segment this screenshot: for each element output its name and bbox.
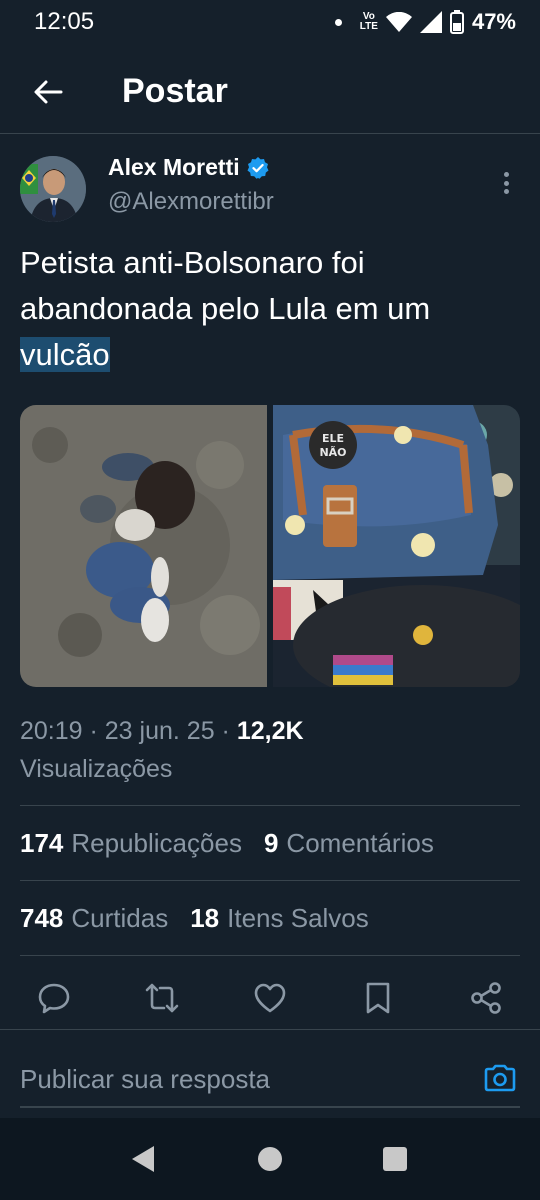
bookmarks-count: 18 [190, 903, 220, 933]
page-title: Postar [122, 72, 228, 110]
share-button[interactable] [466, 978, 506, 1018]
reply-button[interactable] [34, 978, 74, 1018]
system-navigation-bar [0, 1118, 540, 1200]
wifi-icon [385, 12, 412, 32]
divider [20, 955, 520, 956]
tweet-views-label[interactable]: Visualizações [20, 755, 172, 783]
more-dot-icon [503, 180, 509, 186]
status-icons: Vo LTE 47% [334, 8, 516, 36]
notification-dot-icon [334, 18, 342, 26]
camera-button[interactable] [480, 1058, 520, 1098]
share-icon [471, 982, 501, 1014]
reply-composer[interactable]: Publicar sua resposta [20, 1058, 520, 1108]
author-name-text: Alex Moretti [108, 154, 240, 180]
tweet-time: 20:19 [20, 717, 83, 745]
top-app-bar: Postar [0, 52, 540, 134]
avatar-image [20, 156, 86, 222]
tweet-image-2[interactable]: ELE NÃO [273, 405, 520, 687]
stats-row-2: 748 Curtidas 18 Itens Salvos [20, 903, 369, 934]
nav-recents-icon[interactable] [383, 1147, 407, 1171]
status-bar: 12:05 Vo LTE 47% [0, 0, 540, 44]
like-button[interactable] [250, 978, 290, 1018]
tweet-text-highlight: vulcão [20, 337, 110, 372]
cell-signal-icon [419, 11, 442, 33]
more-dot-icon [503, 172, 509, 177]
arrow-left-icon [34, 80, 63, 104]
comment-icon [38, 983, 70, 1014]
volte-icon: Vo LTE [360, 12, 378, 32]
more-options-button[interactable] [496, 168, 516, 198]
tweet-media: ELE NÃO [20, 405, 520, 687]
tweet-image-1[interactable] [20, 405, 267, 687]
button-text-line2: NÃO [319, 446, 346, 459]
nav-back-icon[interactable] [132, 1146, 154, 1172]
battery-percent: 47% [471, 9, 516, 34]
heart-icon [254, 983, 286, 1013]
comments-count: 9 [263, 828, 279, 858]
tweet-views-count[interactable]: 12,2K [237, 717, 304, 745]
battery-icon [449, 10, 464, 34]
divider [20, 880, 520, 881]
back-button[interactable] [26, 70, 70, 114]
photo-ground-illustration [20, 405, 267, 687]
reposts-count: 174 [20, 828, 64, 858]
repost-icon [145, 983, 179, 1013]
button-text-line1: ELE [322, 432, 344, 445]
divider [20, 805, 520, 806]
tweet-text-body: Petista anti-Bolsonaro foi abandonada pe… [20, 245, 431, 326]
likes-count: 748 [20, 903, 64, 933]
nav-home-icon[interactable] [258, 1147, 282, 1171]
verified-badge-icon [247, 156, 269, 179]
status-time: 12:05 [34, 8, 95, 35]
author-name[interactable]: Alex Moretti [108, 154, 270, 181]
bookmarks-label: Itens Salvos [227, 903, 369, 933]
likes-label: Curtidas [71, 903, 169, 933]
bookmark-icon [366, 982, 390, 1014]
likes-stat[interactable]: 748 Curtidas [20, 903, 168, 934]
author-handle[interactable]: @Alexmorettibr [108, 188, 274, 216]
photo-backpack-illustration: ELE NÃO [273, 405, 520, 687]
reply-input[interactable]: Publicar sua resposta [20, 1064, 270, 1095]
tweet-actions [0, 966, 540, 1030]
tweet-text: Petista anti-Bolsonaro foi abandonada pe… [20, 240, 520, 378]
camera-icon [484, 1064, 516, 1092]
volte-bottom-label: LTE [359, 21, 378, 32]
bookmarks-stat[interactable]: 18 Itens Salvos [190, 903, 369, 934]
comments-label: Comentários [286, 828, 434, 858]
comments-stat[interactable]: 9 Comentários [264, 828, 434, 859]
reposts-label: Republicações [71, 828, 242, 858]
bookmark-button[interactable] [358, 978, 398, 1018]
stats-row-1: 174 Republicações 9 Comentários [20, 828, 434, 859]
more-dot-icon [503, 189, 509, 194]
reposts-stat[interactable]: 174 Republicações [20, 828, 242, 859]
avatar[interactable] [20, 156, 86, 222]
tweet-meta: 20:19 · 23 jun. 25 · 12,2K Visualizações [20, 717, 304, 783]
tweet-date: 23 jun. 25 [104, 717, 215, 745]
repost-button[interactable] [142, 978, 182, 1018]
